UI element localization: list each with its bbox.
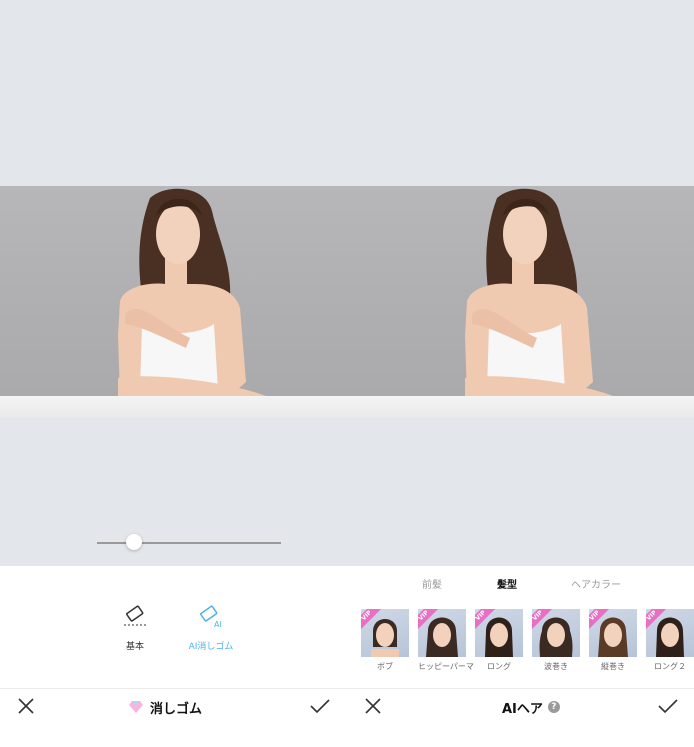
tool-basic[interactable]: 基本 (95, 605, 175, 652)
photo-canvas[interactable] (0, 186, 347, 418)
bottom-divider (0, 688, 347, 689)
hairstyle-thumbnail: VIP (589, 609, 637, 657)
table-surface-right (347, 396, 694, 418)
apply-button-right[interactable] (654, 692, 682, 720)
tool-ai-eraser[interactable]: AI AI消しゴム (171, 605, 251, 652)
svg-text:AI: AI (214, 620, 222, 629)
portrait-illustration-right (465, 188, 613, 404)
hairstyle-item[interactable]: VIP ボブ (361, 609, 409, 672)
hairstyle-label: ロング２ (654, 662, 686, 671)
tool-ai-eraser-label: AI消しゴム (188, 642, 234, 652)
help-icon[interactable]: ? (547, 701, 560, 713)
hairstyle-item[interactable]: VIP ヒッピーパーマ (418, 609, 474, 672)
check-icon (310, 699, 330, 714)
hair-tabs: 前髪 髪型 ヘアカラー (347, 576, 694, 591)
hairstyle-label: ボブ (377, 662, 393, 671)
right-title-text: AIヘア (502, 701, 543, 717)
apply-button[interactable] (306, 692, 334, 720)
diamond-icon (129, 701, 143, 713)
hairstyle-thumbnail: VIP (475, 609, 523, 657)
hairstyle-item[interactable]: VIP 縦巻き (589, 609, 637, 672)
eraser-icon (124, 605, 146, 626)
right-title: AIヘア ? (502, 698, 560, 717)
cancel-button[interactable] (12, 692, 40, 720)
hairstyle-list: VIP ボブ VIP ヒッピーパーマ VIP ロング VIP 波巻き VIP 縦… (347, 609, 694, 671)
photo-canvas-right[interactable] (347, 186, 694, 418)
tool-sheet (0, 566, 347, 747)
hairstyle-thumbnail: VIP (646, 609, 694, 657)
hairstyle-thumbnail: VIP (361, 609, 409, 657)
tab-bangs[interactable]: 前髪 (422, 576, 442, 591)
hairstyle-label: 縦巻き (601, 662, 625, 671)
hairstyle-label: ロング (487, 662, 511, 671)
hairstyle-label: 波巻き (544, 662, 568, 671)
hairstyle-thumbnail: VIP (418, 609, 466, 657)
hairstyle-thumbnail: VIP (532, 609, 580, 657)
tool-basic-label: 基本 (125, 642, 144, 652)
tab-hairstyle[interactable]: 髪型 (497, 576, 517, 591)
close-icon (365, 698, 381, 714)
table-surface (0, 396, 347, 418)
right-editor-panel: 前髪 髪型 ヘアカラー VIP ボブ VIP ヒッピーパーマ VIP ロング V… (347, 0, 694, 747)
bottom-divider-right (347, 688, 694, 689)
check-icon (658, 699, 678, 714)
left-editor-panel: 基本 AI AI消しゴム 消しゴム (0, 0, 347, 747)
size-slider[interactable] (97, 542, 281, 544)
hairstyle-label: ヒッピーパーマ (418, 662, 474, 671)
hairstyle-item[interactable]: VIP ロング２ (646, 609, 694, 672)
cancel-button-right[interactable] (359, 692, 387, 720)
tab-hair-color[interactable]: ヘアカラー (571, 576, 621, 591)
close-icon (18, 698, 34, 714)
hairstyle-item[interactable]: VIP 波巻き (532, 609, 580, 672)
ai-eraser-icon: AI (200, 605, 222, 629)
size-slider-thumb[interactable] (125, 534, 142, 550)
left-title: 消しゴム (129, 698, 203, 717)
portrait-illustration (118, 188, 266, 404)
hairstyle-item[interactable]: VIP ロング (475, 609, 523, 672)
left-title-text: 消しゴム (150, 701, 203, 717)
